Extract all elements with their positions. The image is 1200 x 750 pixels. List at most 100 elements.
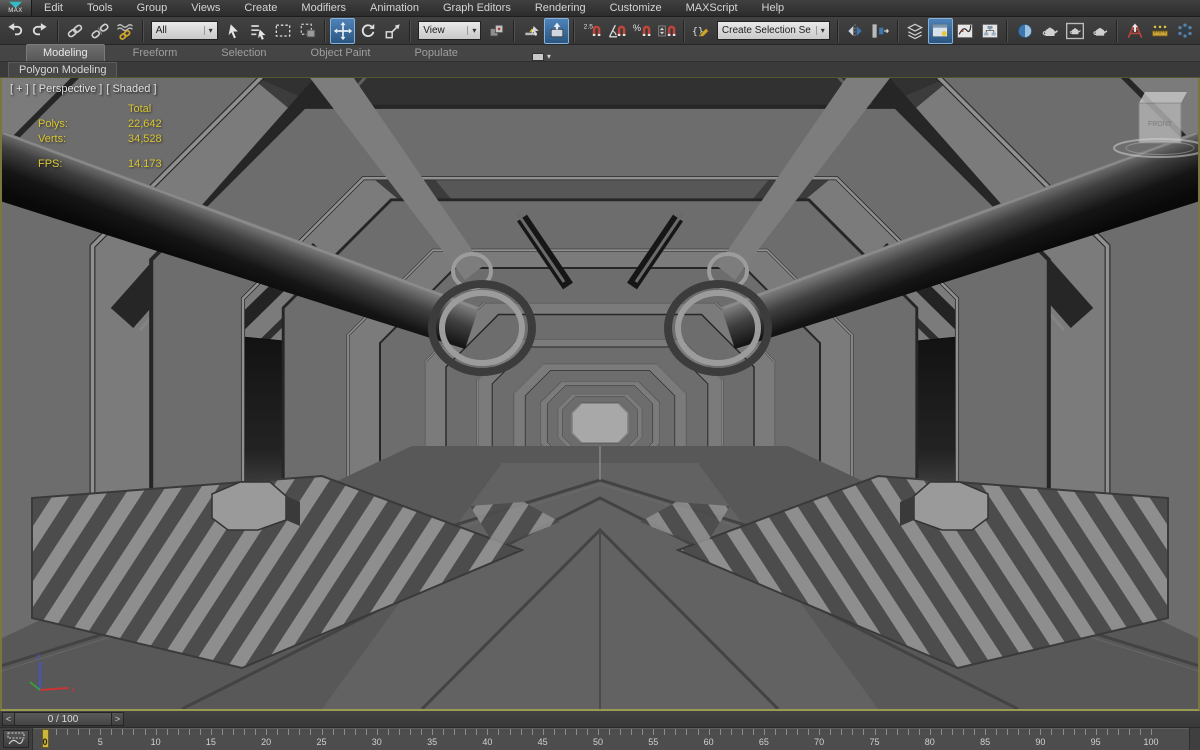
toolbar-separator	[682, 19, 685, 42]
mirror-icon	[848, 23, 862, 38]
keyboard-shortcut-override-button[interactable]	[544, 17, 570, 44]
frame-tick	[421, 729, 423, 735]
menu-maxscript[interactable]: MAXScript	[674, 0, 750, 16]
redo-button[interactable]	[28, 18, 53, 44]
angle-snap-toggle-button[interactable]	[604, 18, 629, 44]
select-and-rotate-button[interactable]	[355, 18, 380, 44]
frame-tick	[244, 729, 246, 735]
align-button[interactable]	[868, 18, 893, 44]
select-and-scale-button[interactable]	[380, 18, 405, 44]
viewport-canvas[interactable]: FRONT z x	[2, 78, 1198, 709]
stats-fps-label: FPS:	[38, 158, 63, 170]
frame-tick	[664, 729, 666, 735]
select-and-move-button[interactable]	[330, 17, 356, 44]
edit-named-selection-sets-button[interactable]: {}	[689, 18, 714, 44]
curve-editor-button[interactable]	[953, 18, 978, 44]
toolbar-separator	[513, 19, 516, 42]
ribbon-panel-row: Polygon Modeling	[0, 62, 1200, 78]
menu-create[interactable]: Create	[232, 0, 289, 16]
frame-tick	[852, 729, 854, 735]
menu-edit[interactable]: Edit	[32, 0, 75, 16]
max-logo-label: MAX	[8, 8, 23, 14]
frame-tick	[454, 729, 456, 735]
frame-tick	[929, 729, 931, 735]
ribbon-tab-freeform[interactable]: Freeform	[117, 45, 194, 61]
frame-label-100: 100	[1143, 737, 1159, 747]
toolbar-separator	[409, 19, 412, 42]
material-editor-button[interactable]	[1012, 18, 1037, 44]
chevron-down-icon[interactable]: ▾	[203, 26, 217, 35]
particle-cluster-button[interactable]	[1172, 18, 1197, 44]
undo-button[interactable]	[3, 18, 28, 44]
viewport-menu-pov[interactable]: [ Perspective ]	[33, 83, 103, 95]
use-pivot-point-center-button[interactable]	[484, 18, 509, 44]
ribbon-tab-populate[interactable]: Populate	[398, 45, 473, 61]
menu-graph-editors[interactable]: Graph Editors	[431, 0, 523, 16]
render-trestle-button[interactable]	[1122, 18, 1147, 44]
stats-fps-value: 14.173	[128, 158, 162, 170]
menu-tools[interactable]: Tools	[75, 0, 125, 16]
bind-to-space-warp-button[interactable]	[113, 18, 138, 44]
selection-filter-dropdown[interactable]: All ▾	[150, 21, 218, 40]
timeline-ruler[interactable]: 0 5 10 15 20 25 30 35 40 45 50 55 60 65 70 75 80 85 90 95 10…	[32, 728, 1190, 750]
rectangular-selection-region-button[interactable]	[271, 18, 296, 44]
ribbon-minimize-button[interactable]: ▾	[526, 52, 557, 61]
next-frame-button[interactable]: >	[111, 712, 124, 726]
spinner-snap-toggle-button[interactable]	[654, 18, 679, 44]
reference-coordinate-dropdown[interactable]: View ▾	[418, 21, 482, 40]
frame-tick	[1051, 729, 1053, 735]
ribbon-toggle-icon	[932, 23, 948, 37]
percent-snap-toggle-button[interactable]: %	[629, 18, 654, 44]
measure-ruler-button[interactable]	[1147, 18, 1172, 44]
svg-text:2.5: 2.5	[583, 23, 593, 30]
ribbon-tab-modeling[interactable]: Modeling	[26, 44, 105, 61]
align-icon	[872, 23, 889, 38]
max-application-button[interactable]: ◥◤ MAX	[0, 0, 32, 16]
select-and-link-button[interactable]	[63, 18, 88, 44]
chevron-down-icon[interactable]: ▾	[815, 26, 829, 35]
window-crossing-toggle-button[interactable]	[296, 18, 321, 44]
ribbon-tab-object-paint[interactable]: Object Paint	[295, 45, 387, 61]
frame-tick	[398, 729, 400, 735]
select-object-button[interactable]	[221, 18, 246, 44]
frame-tick	[509, 729, 511, 735]
ribbon-tab-selection[interactable]: Selection	[205, 45, 282, 61]
frame-tick	[166, 729, 168, 735]
menu-group[interactable]: Group	[125, 0, 180, 16]
frame-tick	[177, 729, 179, 735]
select-by-name-button[interactable]	[246, 18, 271, 44]
menu-animation[interactable]: Animation	[358, 0, 431, 16]
frame-tick	[1095, 729, 1097, 735]
menu-help[interactable]: Help	[750, 0, 797, 16]
mini-curve-editor-button[interactable]	[3, 730, 29, 748]
snaps-toggle-button[interactable]: 2.5	[579, 18, 604, 44]
frame-tick	[830, 729, 832, 735]
viewport-menu-shading[interactable]: [ Shaded ]	[106, 83, 156, 95]
time-slider-handle[interactable]: 0 / 100	[15, 712, 111, 726]
frame-tick	[609, 729, 611, 735]
chevron-down-icon[interactable]: ▾	[467, 26, 480, 35]
polygon-modeling-panel-tab[interactable]: Polygon Modeling	[8, 62, 118, 77]
viewport-menu-general[interactable]: [ + ]	[10, 83, 29, 95]
menu-rendering[interactable]: Rendering	[523, 0, 598, 16]
frame-tick	[67, 729, 69, 735]
frame-tick	[675, 729, 677, 735]
previous-frame-button[interactable]: <	[2, 712, 15, 726]
perspective-viewport[interactable]: FRONT z x [ + ] [ Perspective ] [ Shaded…	[0, 78, 1200, 711]
manage-layers-button[interactable]	[903, 18, 928, 44]
frame-tick	[686, 729, 688, 735]
menu-modifiers[interactable]: Modifiers	[289, 0, 358, 16]
mirror-button[interactable]	[843, 18, 868, 44]
bind-to-space-warp-icon	[117, 23, 134, 40]
render-production-button[interactable]	[1087, 18, 1112, 44]
render-setup-button[interactable]	[1037, 18, 1062, 44]
named-selection-sets-dropdown[interactable]: Create Selection Se ▾	[716, 21, 830, 40]
unlink-selection-button[interactable]	[88, 18, 113, 44]
menu-customize[interactable]: Customize	[598, 0, 674, 16]
rendered-frame-window-button[interactable]	[1062, 18, 1087, 44]
schematic-view-button[interactable]	[977, 18, 1002, 44]
ribbon-toggle-button[interactable]	[927, 17, 953, 44]
select-and-manipulate-button[interactable]	[519, 18, 544, 44]
time-slider[interactable]: < 0 / 100 >	[2, 712, 124, 726]
menu-views[interactable]: Views	[179, 0, 232, 16]
